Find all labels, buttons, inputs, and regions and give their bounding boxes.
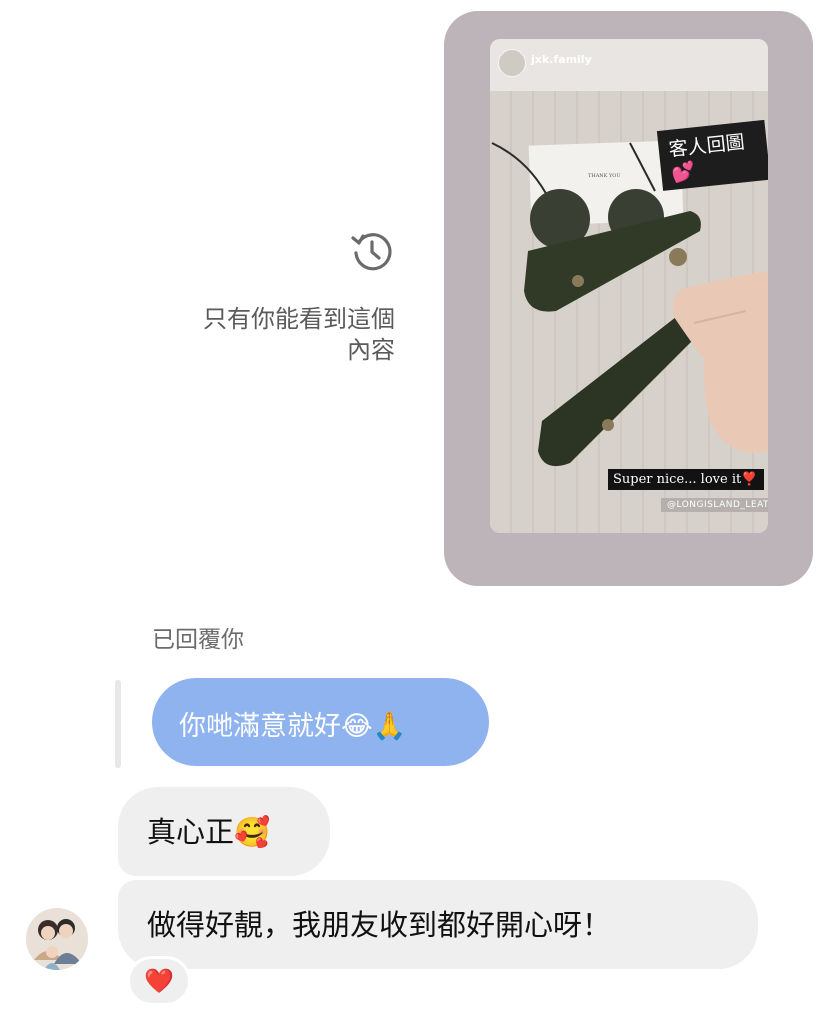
shared-story-card[interactable]: THANK YOU jxk.family 客人回圖💕 Super nice...…: [444, 11, 813, 586]
visibility-notice-line1: 只有你能看到這個: [203, 305, 395, 333]
story-handle-tag: @LONGISLAND_LEATHER: [661, 498, 768, 512]
replied-message-text: 你哋滿意就好😂🙏: [179, 711, 407, 742]
history-clock-icon: [351, 233, 392, 271]
avatar-illustration: [26, 908, 88, 970]
story-account-avatar: [498, 49, 526, 77]
story-caption: Super nice... love it❣️: [608, 469, 765, 490]
heart-reaction[interactable]: ❤️: [127, 956, 191, 1006]
visibility-notice-text: 只有你能看到這個 內容: [95, 304, 395, 366]
reply-indicator-bar: [115, 680, 121, 768]
story-preview[interactable]: THANK YOU jxk.family 客人回圖💕 Super nice...…: [490, 39, 768, 533]
story-sticker: 客人回圖💕: [656, 119, 768, 191]
replied-message-bubble[interactable]: 你哋滿意就好😂🙏: [152, 678, 489, 766]
message-bubble[interactable]: 做得好靚，我朋友收到都好開心呀！: [118, 880, 758, 969]
sender-avatar[interactable]: [26, 908, 88, 970]
message-text: 真心正🥰: [147, 815, 271, 849]
replied-label: 已回覆你: [152, 627, 244, 653]
message-bubble[interactable]: 真心正🥰: [118, 787, 330, 876]
visibility-notice-line2: 內容: [347, 336, 395, 364]
message-text: 做得好靚，我朋友收到都好開心呀！: [147, 908, 612, 942]
svg-text:THANK YOU: THANK YOU: [588, 173, 621, 179]
story-account-name: jxk.family: [531, 53, 592, 66]
